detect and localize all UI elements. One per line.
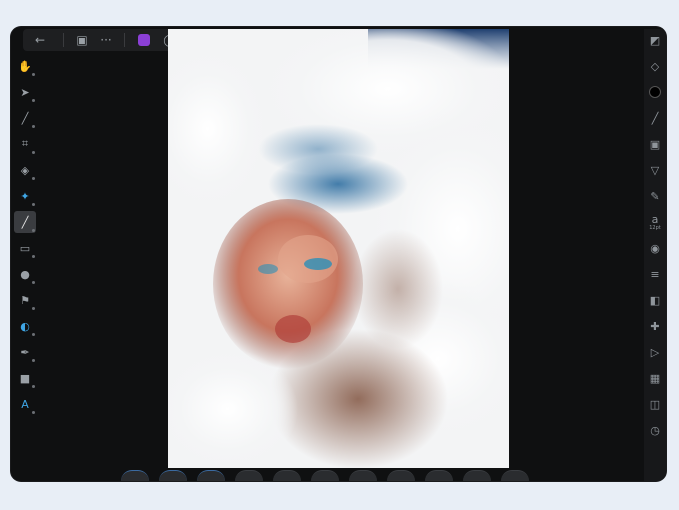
tool-flyout-indicator — [32, 73, 35, 76]
primary-color-dot — [649, 86, 661, 98]
smudge-tool-glyph: ◐ — [20, 319, 30, 333]
tool-flyout-indicator — [32, 99, 35, 102]
more-icon[interactable]: ··· — [94, 29, 118, 51]
divider — [124, 33, 125, 47]
camera-panel-icon[interactable]: ◉ — [646, 237, 664, 259]
tool-flyout-indicator — [32, 125, 35, 128]
clone-tool-icon[interactable]: ⚑ — [14, 289, 36, 311]
grid-icon[interactable]: ▦ — [646, 367, 664, 389]
document-icon[interactable]: ▣ — [70, 29, 94, 51]
context-toolbar-button[interactable] — [501, 470, 529, 481]
transform-panel-glyph: ≡ — [650, 267, 660, 281]
flood-fill-tool-glyph: ◈ — [20, 163, 30, 177]
hand-tool-glyph: ✋ — [18, 59, 32, 73]
photo-persona-swatch — [138, 34, 150, 46]
tool-flyout-indicator — [32, 151, 35, 154]
crop-tool-glyph: ⌗ — [21, 137, 29, 150]
tool-flyout-indicator — [32, 255, 35, 258]
context-toolbar-button[interactable] — [273, 470, 301, 481]
color-picker-tool-icon[interactable]: ╱ — [14, 107, 36, 129]
erase-brush-tool-glyph: ▭ — [19, 241, 31, 255]
tool-flyout-indicator — [32, 307, 35, 310]
selection-brush-tool-glyph: ✦ — [20, 189, 30, 203]
play-glyph: ▷ — [650, 345, 660, 359]
filters-panel-glyph: ▽ — [650, 163, 660, 177]
photo-persona-icon[interactable] — [131, 29, 157, 51]
left-toolbar: ✋ ➤ ╱ ⌗ ◈ ✦ ╱ ▭ ● ⚑ ◐ ✒ ■ A — [11, 55, 39, 419]
rectangle-tool-glyph: ■ — [19, 371, 31, 385]
erase-brush-tool-icon[interactable]: ▭ — [14, 237, 36, 259]
filters-panel-icon[interactable]: ▽ — [646, 159, 664, 181]
smudge-tool-icon[interactable]: ◐ — [14, 315, 36, 337]
tool-flyout-indicator — [32, 177, 35, 180]
grid-glyph: ▦ — [649, 371, 661, 385]
divider — [63, 33, 64, 47]
adjustments-panel-icon[interactable]: ▣ — [646, 133, 664, 155]
back-icon[interactable]: ← — [23, 29, 57, 51]
flood-fill-tool-icon[interactable]: ◈ — [14, 159, 36, 181]
context-toolbar-button[interactable] — [159, 470, 187, 481]
crop-tool-icon[interactable]: ⌗ — [14, 133, 36, 155]
history-clock-icon[interactable]: ◷ — [646, 419, 664, 441]
context-toolbar-button[interactable] — [425, 470, 453, 481]
font-size-label: 12pt — [649, 225, 661, 231]
snapshot-glyph: ◫ — [649, 397, 661, 411]
layer-stack-icon[interactable]: ◇ — [646, 55, 664, 77]
layers-panel-glyph: ◩ — [649, 33, 661, 47]
history-stack-glyph: ◧ — [649, 293, 661, 307]
app-window: ← ▣ ··· ◯ ◑ ⬡ ⋈ ▤ ✋➤╱⌗◈✦╱▭●⚑◐✒■A — [11, 27, 666, 481]
rectangle-tool-icon[interactable]: ■ — [14, 367, 36, 389]
context-toolbar-button[interactable] — [197, 470, 225, 481]
context-toolbar-button[interactable] — [311, 470, 339, 481]
move-tool-icon[interactable]: ➤ — [14, 81, 36, 103]
tool-flyout-indicator — [32, 229, 35, 232]
tool-flyout-indicator — [32, 359, 35, 362]
pen-tool-icon[interactable]: ✒ — [14, 341, 36, 363]
paint-brush-tool-icon[interactable]: ╱ — [14, 211, 36, 233]
layer-stack-glyph: ◇ — [650, 59, 660, 73]
navigator-icon[interactable]: ✚ — [646, 315, 664, 337]
brushes-panel-icon[interactable]: ╱ — [646, 107, 664, 129]
context-toolbar-button[interactable] — [349, 470, 377, 481]
artwork-image — [168, 29, 509, 468]
artistic-text-tool-glyph: A — [21, 397, 29, 411]
context-toolbar-button[interactable] — [463, 470, 491, 481]
document-canvas[interactable] — [168, 29, 509, 468]
tool-flyout-indicator — [32, 411, 35, 414]
tool-flyout-indicator — [32, 281, 35, 284]
history-stack-icon[interactable]: ◧ — [646, 289, 664, 311]
color-swatch-icon[interactable] — [646, 81, 664, 103]
hand-tool-icon[interactable]: ✋ — [14, 55, 36, 77]
context-toolbar-button[interactable] — [235, 470, 263, 481]
tool-flyout-indicator — [32, 333, 35, 336]
selection-brush-tool-icon[interactable]: ✦ — [14, 185, 36, 207]
adjustments-panel-glyph: ▣ — [649, 137, 661, 151]
snapshot-icon[interactable]: ◫ — [646, 393, 664, 415]
pen-tool-glyph: ✒ — [20, 345, 30, 359]
history-clock-glyph: ◷ — [650, 423, 660, 437]
layers-panel-icon[interactable]: ◩ — [646, 29, 664, 51]
tool-flyout-indicator — [32, 385, 35, 388]
context-toolbar — [121, 470, 571, 481]
right-studio-panel: ◩ ◇ ╱ ▣ ▽ ✎ a 12pt ◉ ≡ ◧ ✚ ▷ ▦ ◫ ◷ — [644, 29, 666, 481]
play-icon[interactable]: ▷ — [646, 341, 664, 363]
dodge-tool-icon[interactable]: ● — [14, 263, 36, 285]
context-toolbar-button[interactable] — [387, 470, 415, 481]
camera-panel-glyph: ◉ — [650, 241, 660, 255]
color-picker-tool-glyph: ╱ — [21, 111, 29, 125]
text-panel-icon[interactable]: a 12pt — [646, 211, 664, 233]
navigator-glyph: ✚ — [650, 319, 660, 333]
tool-flyout-indicator — [32, 203, 35, 206]
move-tool-glyph: ➤ — [20, 85, 30, 99]
fx-panel-icon[interactable]: ✎ — [646, 185, 664, 207]
brushes-panel-glyph: ╱ — [651, 111, 659, 125]
fx-panel-glyph: ✎ — [650, 189, 660, 203]
transform-panel-icon[interactable]: ≡ — [646, 263, 664, 285]
artistic-text-tool-icon[interactable]: A — [14, 393, 36, 415]
paint-brush-tool-glyph: ╱ — [21, 215, 29, 229]
dodge-tool-glyph: ● — [20, 267, 30, 281]
context-toolbar-button[interactable] — [121, 470, 149, 481]
clone-tool-glyph: ⚑ — [20, 293, 30, 307]
